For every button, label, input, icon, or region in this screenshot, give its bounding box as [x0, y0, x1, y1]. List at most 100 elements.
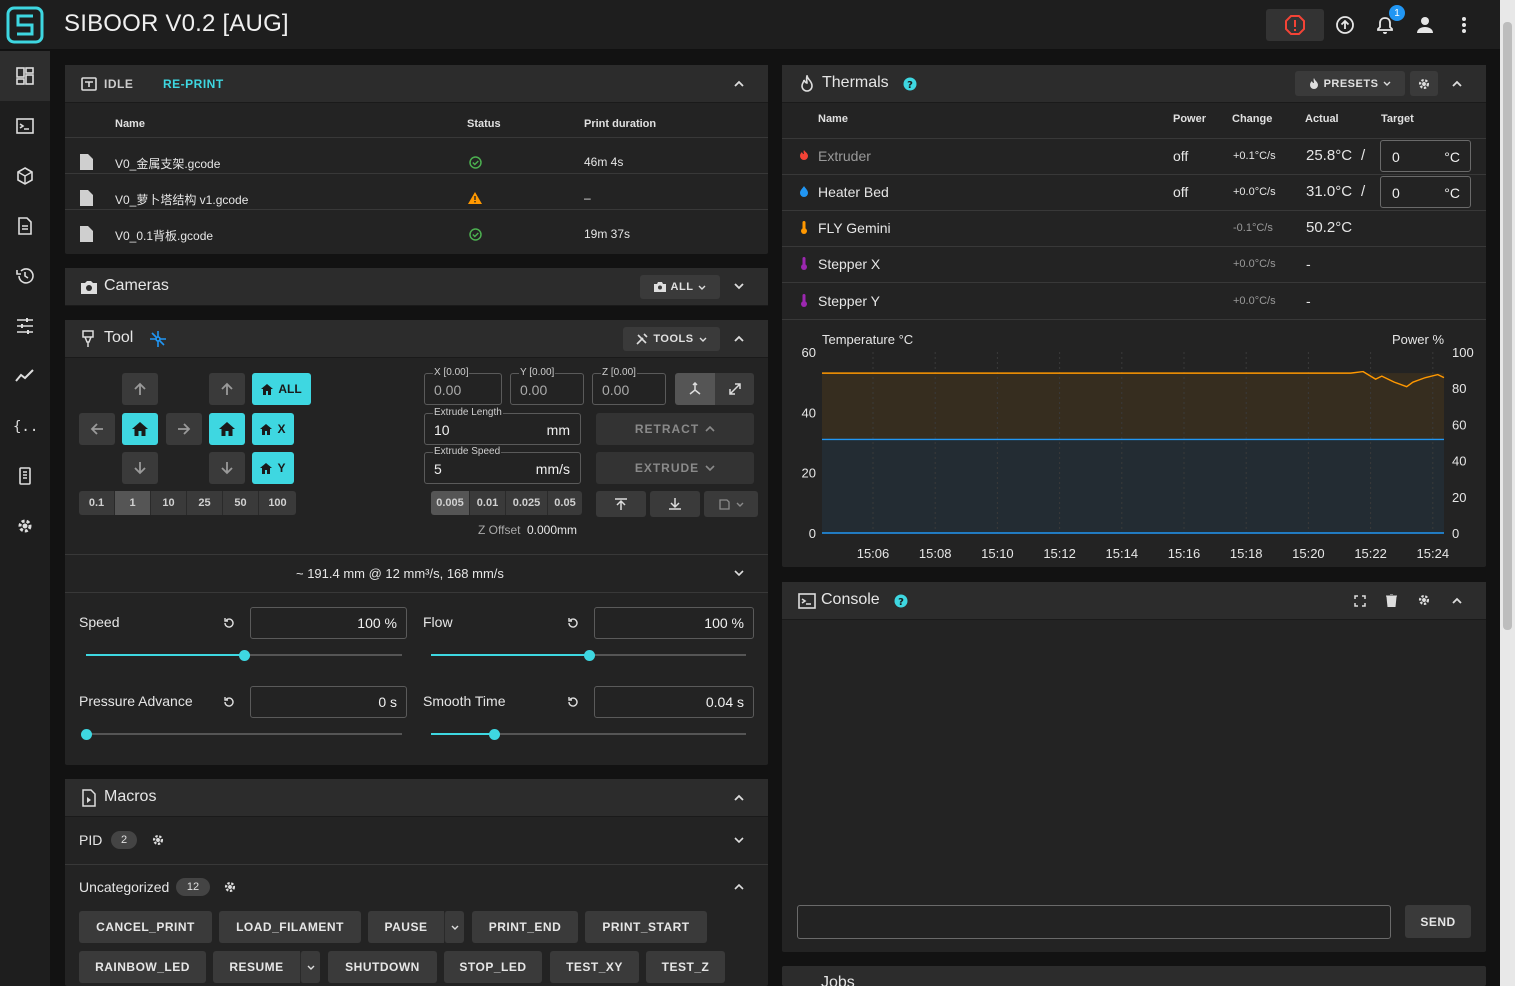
- chevron-down-icon[interactable]: [734, 570, 744, 576]
- retract-button[interactable]: RETRACT: [596, 413, 754, 445]
- macro-resume-options-button[interactable]: [300, 951, 320, 983]
- home-z-button[interactable]: [209, 413, 245, 445]
- nav-heightmap[interactable]: [0, 151, 50, 201]
- logo-icon[interactable]: [6, 6, 44, 44]
- console-send-button[interactable]: SEND: [1405, 905, 1471, 938]
- reset-icon[interactable]: [566, 695, 580, 709]
- z-offset-down-button[interactable]: [650, 491, 700, 517]
- macro-button-shutdown[interactable]: SHUTDOWN: [328, 951, 437, 983]
- macro-group-uncategorized[interactable]: Uncategorized: [79, 879, 169, 895]
- help-circle-icon[interactable]: ?: [894, 594, 908, 608]
- nav-graph[interactable]: [0, 351, 50, 401]
- reset-icon[interactable]: [222, 616, 236, 630]
- fullscreen-icon[interactable]: [1354, 595, 1366, 607]
- z-offset-save-button[interactable]: [704, 491, 758, 517]
- speed-slider-handle[interactable]: [239, 650, 250, 661]
- chevron-down-icon[interactable]: [733, 283, 745, 291]
- reprint-tab[interactable]: RE-PRINT: [163, 77, 224, 91]
- macro-button-cancel-print[interactable]: CANCEL_PRINT: [79, 911, 212, 943]
- step-option[interactable]: 10: [151, 491, 187, 515]
- pressure-advance-slider-handle[interactable]: [81, 729, 92, 740]
- jog-y-plus-button[interactable]: [122, 373, 158, 405]
- column-header-status[interactable]: Status: [467, 118, 501, 130]
- extrude-length-field[interactable]: Extrude Length 10 mm: [424, 407, 581, 445]
- chevron-up-icon[interactable]: [1451, 596, 1463, 604]
- nav-files[interactable]: [0, 201, 50, 251]
- emergency-stop-button[interactable]: [1266, 9, 1324, 41]
- smooth-time-slider-handle[interactable]: [489, 729, 500, 740]
- nav-settings[interactable]: [0, 501, 50, 551]
- chevron-up-icon[interactable]: [734, 884, 744, 890]
- z-step-option[interactable]: 0.05: [548, 491, 582, 515]
- flow-input[interactable]: 100 %: [594, 607, 754, 639]
- home-x-button[interactable]: X: [252, 413, 294, 445]
- chevron-up-icon[interactable]: [1451, 79, 1463, 87]
- macro-button-load-filament[interactable]: LOAD_FILAMENT: [219, 911, 361, 943]
- extruder-target-input[interactable]: 0 °C: [1380, 140, 1471, 172]
- macro-button-pause[interactable]: PAUSE: [368, 911, 444, 943]
- nav-history[interactable]: [0, 251, 50, 301]
- jog-x-plus-button[interactable]: [166, 413, 202, 445]
- flow-slider-handle[interactable]: [584, 650, 595, 661]
- step-option[interactable]: 50: [223, 491, 259, 515]
- macro-button-resume[interactable]: RESUME: [213, 951, 300, 983]
- jog-y-minus-button[interactable]: [122, 452, 158, 484]
- step-option-selected[interactable]: 1: [115, 491, 151, 515]
- temperature-chart[interactable]: 15:06 15:08 15:10 15:12 15:14 15:16 15:18 15:20…: [782, 340, 1486, 565]
- nav-system[interactable]: [0, 451, 50, 501]
- column-header-duration[interactable]: Print duration: [584, 118, 656, 130]
- chevron-up-icon[interactable]: [733, 79, 745, 87]
- jog-z-plus-button[interactable]: [209, 373, 245, 405]
- help-circle-icon[interactable]: ?: [903, 77, 917, 91]
- nav-tune[interactable]: [0, 301, 50, 351]
- y-position-field[interactable]: Y [0.00] 0.00: [510, 367, 584, 405]
- extrude-button[interactable]: EXTRUDE: [596, 452, 754, 484]
- macro-button-test-z[interactable]: TEST_Z: [646, 951, 725, 983]
- nav-console[interactable]: [0, 101, 50, 151]
- step-option[interactable]: 0.1: [79, 491, 115, 515]
- macro-button-print-start[interactable]: PRINT_START: [585, 911, 707, 943]
- pressure-advance-input[interactable]: 0 s: [250, 686, 407, 718]
- macro-button-test-xy[interactable]: TEST_XY: [550, 951, 639, 983]
- macro-button-print-end[interactable]: PRINT_END: [472, 911, 578, 943]
- z-step-option[interactable]: 0.01: [470, 491, 506, 515]
- console-command-input[interactable]: [797, 905, 1391, 939]
- bed-target-input[interactable]: 0 °C: [1380, 176, 1471, 208]
- jog-x-minus-button[interactable]: [79, 413, 115, 445]
- home-xy-button[interactable]: [122, 413, 158, 445]
- step-option[interactable]: 25: [187, 491, 223, 515]
- camera-filter-button[interactable]: ALL: [640, 275, 720, 299]
- gear-icon[interactable]: [151, 833, 165, 847]
- macro-group-pid[interactable]: PID: [79, 832, 102, 848]
- z-offset-up-button[interactable]: [596, 491, 646, 517]
- z-position-field[interactable]: Z [0.00] 0.00: [592, 367, 666, 405]
- home-y-button[interactable]: Y: [252, 452, 294, 484]
- pressure-advance-slider-track[interactable]: [86, 733, 402, 735]
- upload-button[interactable]: [1330, 10, 1360, 40]
- x-position-field[interactable]: X [0.00] 0.00: [424, 367, 502, 405]
- chevron-up-icon[interactable]: [733, 334, 745, 342]
- macro-pause-options-button[interactable]: [444, 911, 464, 943]
- nav-config[interactable]: {..}: [0, 401, 50, 451]
- trash-icon[interactable]: [1386, 594, 1397, 607]
- thermals-settings-button[interactable]: [1410, 71, 1438, 96]
- chevron-up-icon[interactable]: [733, 793, 745, 801]
- presets-button[interactable]: PRESETS: [1295, 71, 1405, 96]
- extrude-speed-field[interactable]: Extrude Speed 5 mm/s: [424, 446, 581, 484]
- step-option[interactable]: 100: [259, 491, 296, 515]
- nav-dashboard[interactable]: [0, 51, 50, 101]
- z-step-option-selected[interactable]: 0.005: [431, 491, 470, 515]
- reset-icon[interactable]: [222, 695, 236, 709]
- tools-menu-button[interactable]: TOOLS: [623, 327, 720, 351]
- speed-input[interactable]: 100 %: [250, 607, 407, 639]
- page-scrollbar-thumb[interactable]: [1503, 22, 1512, 630]
- z-step-option[interactable]: 0.025: [506, 491, 548, 515]
- macro-button-stop-led[interactable]: STOP_LED: [444, 951, 542, 983]
- more-menu-button[interactable]: [1449, 10, 1479, 40]
- chevron-down-icon[interactable]: [734, 837, 744, 843]
- column-header-name[interactable]: Name: [115, 118, 145, 130]
- jog-z-minus-button[interactable]: [209, 452, 245, 484]
- account-button[interactable]: [1410, 10, 1440, 40]
- reset-icon[interactable]: [566, 616, 580, 630]
- gear-icon[interactable]: [1417, 593, 1431, 607]
